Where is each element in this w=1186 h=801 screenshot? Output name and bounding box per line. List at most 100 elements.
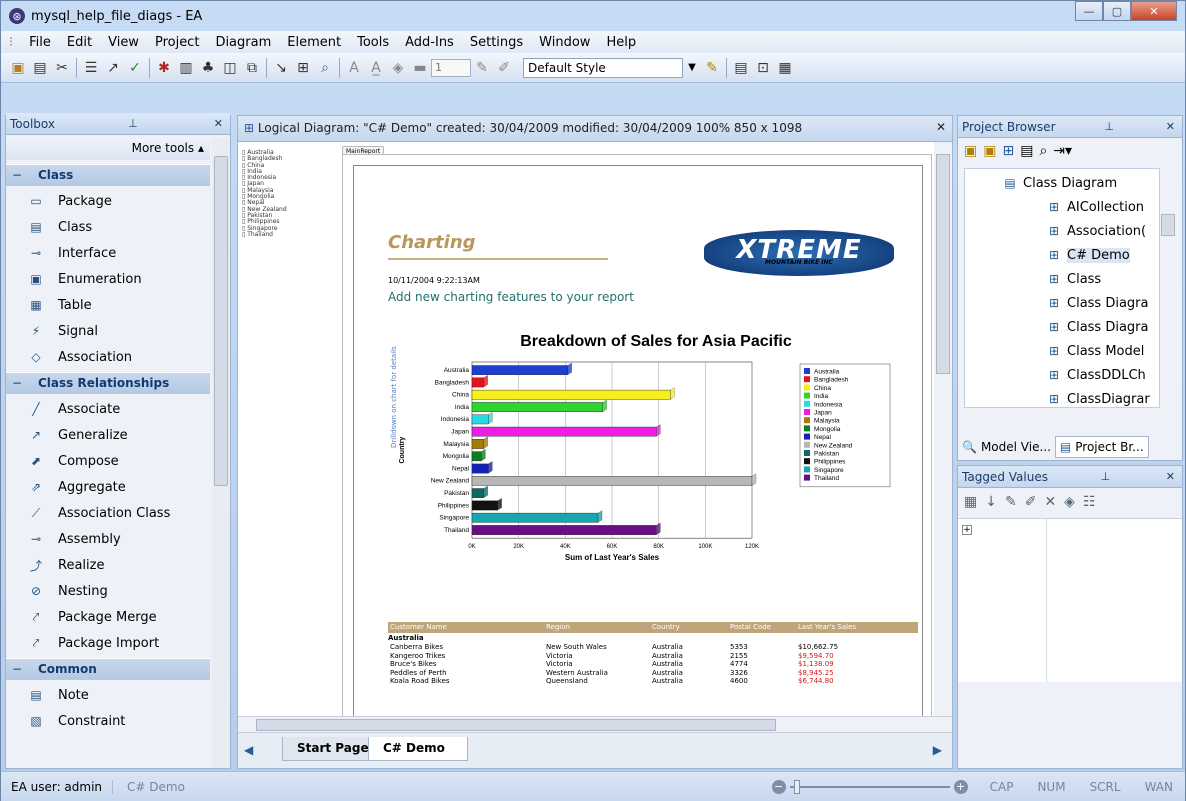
project-tree-item[interactable]: ⊞ ClassDiagrar xyxy=(1045,387,1150,407)
project-tree[interactable]: ▤ Class Diagram ⊞ AICollection ⊞ Association(… xyxy=(964,168,1160,408)
layout-icon[interactable]: ⊞ xyxy=(292,57,314,79)
minimize-button[interactable]: — xyxy=(1075,1,1103,21)
more-options-icon[interactable]: ⇥▾ xyxy=(1053,143,1072,159)
project-tree-item[interactable]: ⊞ Association( xyxy=(1045,219,1146,243)
project-tree-item[interactable]: ⊞ Class Diagra xyxy=(1045,291,1149,315)
menu-add-ins[interactable]: Add-Ins xyxy=(397,35,462,50)
tool-package[interactable]: ▭ Package xyxy=(6,188,210,214)
close-icon[interactable]: ✕ xyxy=(1163,470,1178,483)
close-icon[interactable]: ✕ xyxy=(211,117,226,130)
menu-element[interactable]: Element xyxy=(279,35,349,50)
close-icon[interactable]: ✕ xyxy=(1163,120,1178,133)
section-class-relationships[interactable]: − Class Relationships xyxy=(6,372,210,394)
tool-aggregate[interactable]: ⇗ Aggregate xyxy=(6,474,210,500)
edit-tag-icon[interactable]: ✐ xyxy=(1025,494,1037,510)
font-icon[interactable]: A xyxy=(343,57,365,79)
connector-icon[interactable]: ↘ xyxy=(270,57,292,79)
fill-color-icon[interactable]: ◈ xyxy=(387,57,409,79)
find-icon[interactable]: ⌕ xyxy=(1039,143,1047,159)
link-icon[interactable]: ↗ xyxy=(102,57,124,79)
tool-association-class[interactable]: ⟋ Association Class xyxy=(6,500,210,526)
tool-realize[interactable]: ⤴ Realize xyxy=(6,552,210,578)
copy-icon[interactable]: ⧉ xyxy=(241,57,263,79)
new-element-icon[interactable]: ▤ xyxy=(1020,143,1033,159)
tool-class[interactable]: ▤ Class xyxy=(6,214,210,240)
tag-icon[interactable]: ◈ xyxy=(1064,494,1075,510)
new-package-icon[interactable]: ▣ xyxy=(983,143,996,159)
diagram-icon[interactable]: ◫ xyxy=(219,57,241,79)
font-color-icon[interactable]: A̲ xyxy=(365,57,387,79)
menu-project[interactable]: Project xyxy=(147,35,207,50)
zoom-in-icon[interactable]: + xyxy=(953,779,968,794)
edit-style-icon[interactable]: ✎ xyxy=(701,57,723,79)
tagged-values-grid[interactable]: + xyxy=(958,518,1182,683)
more-tools-button[interactable]: More tools ▴ xyxy=(6,138,210,160)
grid-icon[interactable]: ▦ xyxy=(774,57,796,79)
style-select[interactable]: Default Style xyxy=(523,57,683,78)
tab-project-browser[interactable]: ▤ Project Br... xyxy=(1054,436,1149,458)
project-tree-item[interactable]: ⊞ AICollection xyxy=(1045,195,1144,219)
diagram-canvas[interactable]: ▯ Australia ▯ Bangladesh ▯ China ▯ India ▯ I… xyxy=(238,142,934,716)
tool-nesting[interactable]: ⊘ Nesting xyxy=(6,578,210,604)
menu-help[interactable]: Help xyxy=(598,35,644,50)
tool-compose[interactable]: ⬈ Compose xyxy=(6,448,210,474)
new-model-icon[interactable]: ▣ xyxy=(964,143,977,159)
pin-icon[interactable]: ⊥ xyxy=(125,117,141,130)
new-tag-icon[interactable]: ✎ xyxy=(1005,494,1017,510)
project-tree-item[interactable]: ⊞ C# Demo xyxy=(1045,243,1130,267)
close-diagram-icon[interactable]: ✕ xyxy=(936,120,946,134)
zoom-out-icon[interactable]: − xyxy=(771,779,786,794)
tool-assembly[interactable]: ⊸ Assembly xyxy=(6,526,210,552)
expand-icon[interactable]: + xyxy=(962,525,972,535)
project-tree-vscrollbar[interactable] xyxy=(1160,168,1176,408)
zoom-icon[interactable]: ⊡ xyxy=(752,57,774,79)
zoom-slider[interactable] xyxy=(789,779,950,794)
tool-constraint[interactable]: ▧ Constraint xyxy=(6,708,210,734)
bug-icon[interactable]: ✱ xyxy=(153,57,175,79)
toolbox-scrollbar[interactable] xyxy=(212,138,230,768)
tool-package-import[interactable]: ⤤ Package Import xyxy=(6,630,210,656)
list-icon[interactable]: ☰ xyxy=(80,57,102,79)
pin-icon[interactable]: ⊥ xyxy=(1101,120,1117,133)
project-tree-item[interactable]: ⊞ Class Model xyxy=(1045,339,1144,363)
tab-scroll-left-icon[interactable]: ◀ xyxy=(244,743,253,757)
tools-icon[interactable]: ✂ xyxy=(51,57,73,79)
diagram-hscrollbar[interactable] xyxy=(238,716,952,732)
menu-view[interactable]: View xyxy=(100,35,147,50)
menu-diagram[interactable]: Diagram xyxy=(207,35,279,50)
tool-note[interactable]: ▤ Note xyxy=(6,682,210,708)
project-tree-item[interactable]: ⊞ Class Diagra xyxy=(1045,315,1149,339)
menu-window[interactable]: Window xyxy=(531,35,598,50)
line-color-icon[interactable]: ▬ xyxy=(409,57,431,79)
categorize-icon[interactable]: ▦ xyxy=(964,494,977,510)
hierarchy-icon[interactable]: ♣ xyxy=(197,57,219,79)
tool-association[interactable]: ◇ Association xyxy=(6,344,210,370)
tab-scroll-right-icon[interactable]: ▶ xyxy=(933,743,942,757)
options-icon[interactable]: ☷ xyxy=(1083,494,1096,510)
maximize-button[interactable]: ▢ xyxy=(1103,1,1131,21)
tool-package-merge[interactable]: ⤤ Package Merge xyxy=(6,604,210,630)
project-tree-item[interactable]: ⊞ Class xyxy=(1045,267,1101,291)
apply-style-icon[interactable]: ✎ xyxy=(471,57,493,79)
open-project-icon[interactable]: ▣ xyxy=(7,57,29,79)
menu-file[interactable]: File xyxy=(21,35,59,50)
project-tree-item[interactable]: ▤ Class Diagram xyxy=(1001,171,1117,195)
sales-bar-chart[interactable]: Breakdown of Sales for Asia Pacific 0K 20K… xyxy=(356,322,916,572)
pin-icon[interactable]: ⊥ xyxy=(1098,470,1114,483)
search-icon[interactable]: ⌕ xyxy=(314,57,336,79)
line-width-stepper[interactable]: 1 xyxy=(431,58,471,77)
properties-icon[interactable]: ▤ xyxy=(29,57,51,79)
tab-csharp-demo[interactable]: C# Demo xyxy=(368,737,468,761)
tool-interface[interactable]: ⊸ Interface xyxy=(6,240,210,266)
tool-associate[interactable]: ╱ Associate xyxy=(6,396,210,422)
tool-generalize[interactable]: ↗ Generalize xyxy=(6,422,210,448)
document-icon[interactable]: ▥ xyxy=(175,57,197,79)
project-tree-item[interactable]: ⊞ ClassDDLCh xyxy=(1045,363,1146,387)
chevron-down-icon[interactable]: ▼ xyxy=(683,58,701,78)
view-icon[interactable]: ▤ xyxy=(730,57,752,79)
new-diagram-icon[interactable]: ⊞ xyxy=(1002,143,1014,159)
sort-az-icon[interactable]: ↓ xyxy=(985,494,997,510)
section-common[interactable]: − Common xyxy=(6,658,210,680)
diagram-vscrollbar[interactable] xyxy=(934,142,952,716)
format-painter-icon[interactable]: ✐ xyxy=(493,57,515,79)
